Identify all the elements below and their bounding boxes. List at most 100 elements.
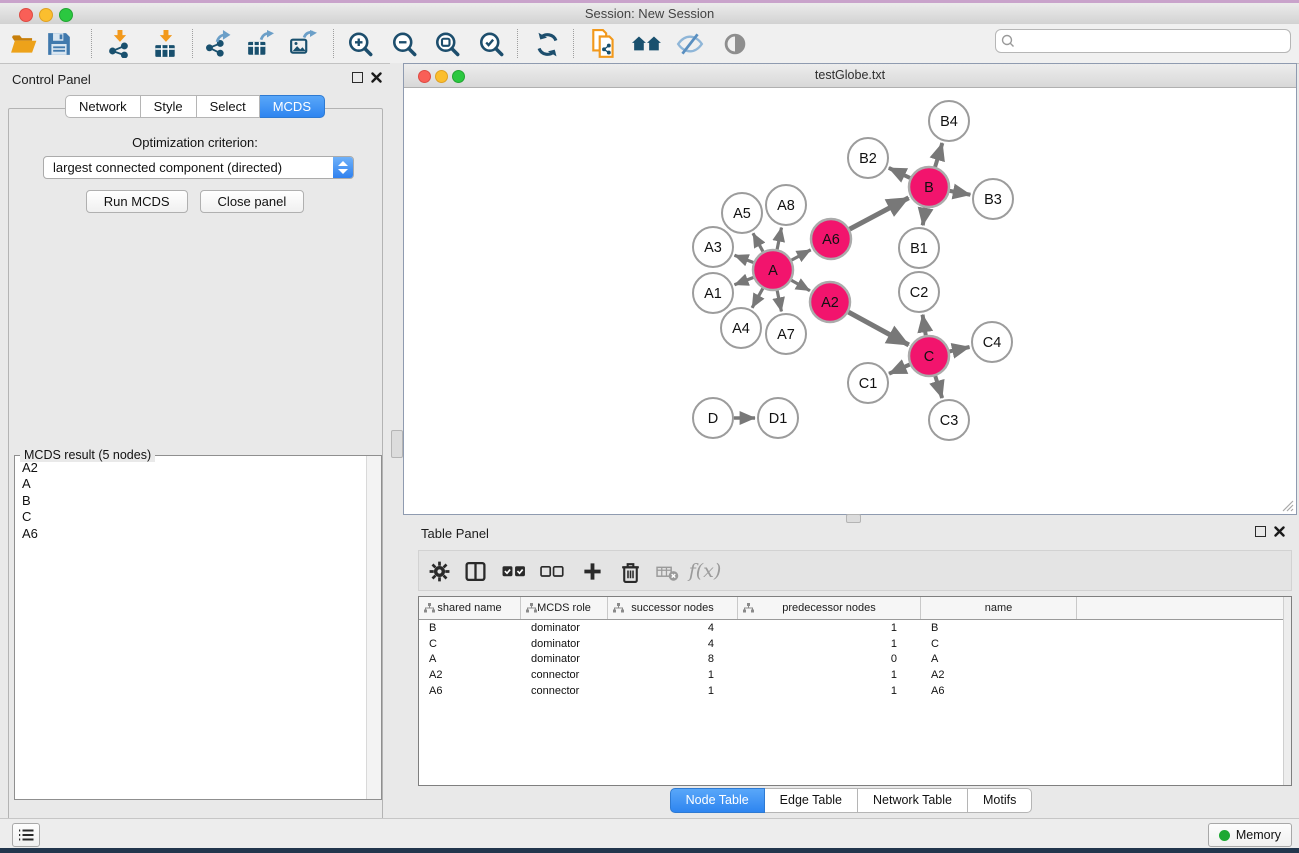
graph-node-A1[interactable]: A1 <box>693 273 733 313</box>
graph-edge-B-B1[interactable] <box>923 208 926 226</box>
function-builder-button[interactable]: f(x) <box>691 557 719 585</box>
graph-node-A8[interactable]: A8 <box>766 185 806 225</box>
tab-select[interactable]: Select <box>197 95 260 118</box>
graph-edge-B-B2[interactable] <box>889 168 910 178</box>
graph-edge-A2-C[interactable] <box>848 312 908 345</box>
result-list-item[interactable]: A2 <box>16 460 364 476</box>
table-scrollbar[interactable] <box>1283 597 1291 785</box>
close-panel-icon[interactable] <box>371 72 382 83</box>
divider-handle[interactable] <box>391 430 403 458</box>
graph-edge-C-C4[interactable] <box>949 347 969 351</box>
hide-panel-button[interactable] <box>674 28 706 60</box>
close-panel-icon[interactable] <box>1274 526 1285 537</box>
tab-network-table[interactable]: Network Table <box>858 788 968 813</box>
table-settings-button[interactable] <box>425 557 453 585</box>
tab-mcds[interactable]: MCDS <box>260 95 325 118</box>
import-network-button[interactable] <box>103 28 135 60</box>
close-panel-button[interactable]: Close panel <box>200 190 305 213</box>
graph-node-B[interactable]: B <box>909 167 949 207</box>
result-list-item[interactable]: B <box>16 493 364 509</box>
delete-table-button[interactable] <box>653 557 681 585</box>
graph-edge-A-A3[interactable] <box>734 255 753 262</box>
float-panel-icon[interactable] <box>1255 526 1266 537</box>
graph-node-B1[interactable]: B1 <box>899 228 939 268</box>
zoom-in-button[interactable] <box>344 28 376 60</box>
graph-edge-A-A2[interactable] <box>791 280 810 290</box>
network-window-titlebar[interactable]: testGlobe.txt <box>404 64 1296 88</box>
graph-edge-B-B3[interactable] <box>950 191 971 195</box>
graph-node-C[interactable]: C <box>909 336 949 376</box>
column-header-predecessor-nodes[interactable]: predecessor nodes <box>738 597 921 619</box>
column-header-shared-name[interactable]: shared name <box>419 597 521 619</box>
graph-node-A4[interactable]: A4 <box>721 308 761 348</box>
run-mcds-button[interactable]: Run MCDS <box>86 190 188 213</box>
zoom-fit-button[interactable] <box>431 28 463 60</box>
search-field[interactable] <box>995 29 1291 53</box>
refresh-button[interactable] <box>531 28 563 60</box>
graph-edge-C-C3[interactable] <box>935 376 942 398</box>
network-graph-canvas[interactable]: B4B2BB3A8A5A6A3B1AA1C2A2A4A7C4CC1DD1C3 <box>405 88 1297 519</box>
graph-node-A7[interactable]: A7 <box>766 314 806 354</box>
graph-node-A3[interactable]: A3 <box>693 227 733 267</box>
column-header-MCDS-role[interactable]: MCDS role <box>521 597 608 619</box>
export-image-button[interactable] <box>287 28 319 60</box>
graph-edge-A-A6[interactable] <box>792 250 811 260</box>
vertical-split-divider[interactable] <box>390 63 403 818</box>
mcds-result-list[interactable]: A2ABCA6 <box>16 460 364 798</box>
tab-edge-table[interactable]: Edge Table <box>765 788 858 813</box>
graph-node-A2[interactable]: A2 <box>810 282 850 322</box>
export-table-button[interactable] <box>244 28 276 60</box>
result-list-item[interactable]: A6 <box>16 526 364 542</box>
table-row[interactable]: A6connector11A6 <box>419 683 1291 699</box>
column-header-successor-nodes[interactable]: successor nodes <box>608 597 738 619</box>
graph-edge-C-C2[interactable] <box>923 315 926 336</box>
show-panel-button[interactable] <box>719 28 751 60</box>
dropdown-stepper[interactable] <box>333 157 353 178</box>
select-all-button[interactable] <box>500 557 528 585</box>
graph-edge-C-C1[interactable] <box>889 364 910 373</box>
graph-node-B3[interactable]: B3 <box>973 179 1013 219</box>
task-history-button[interactable] <box>12 823 40 847</box>
search-input[interactable] <box>1018 31 1286 51</box>
tab-style[interactable]: Style <box>141 95 197 118</box>
table-row[interactable]: A2connector11A2 <box>419 667 1291 683</box>
duplicate-network-button[interactable] <box>588 28 620 60</box>
optimization-criterion-dropdown[interactable]: largest connected component (directed) <box>43 156 354 179</box>
graph-node-A[interactable]: A <box>753 250 793 290</box>
graph-node-D1[interactable]: D1 <box>758 398 798 438</box>
table-row[interactable]: Adominator80A <box>419 652 1291 668</box>
zoom-out-button[interactable] <box>388 28 420 60</box>
graph-edge-A-A1[interactable] <box>734 278 753 285</box>
graph-edge-A6-B[interactable] <box>850 198 909 229</box>
resize-grip-icon[interactable] <box>1281 499 1294 512</box>
delete-column-button[interactable] <box>616 557 644 585</box>
graph-edge-A-A7[interactable] <box>777 291 781 312</box>
home-view-button[interactable] <box>631 28 663 60</box>
result-list-scrollbar[interactable] <box>366 456 381 799</box>
graph-node-C2[interactable]: C2 <box>899 272 939 312</box>
graph-node-B2[interactable]: B2 <box>848 138 888 178</box>
float-panel-icon[interactable] <box>352 72 363 83</box>
graph-node-C1[interactable]: C1 <box>848 363 888 403</box>
tab-network[interactable]: Network <box>65 95 141 118</box>
result-list-item[interactable]: C <box>16 509 364 525</box>
export-network-button[interactable] <box>201 28 233 60</box>
graph-node-C4[interactable]: C4 <box>972 322 1012 362</box>
tab-motifs[interactable]: Motifs <box>968 788 1032 813</box>
add-column-button[interactable] <box>578 557 606 585</box>
graph-node-C3[interactable]: C3 <box>929 400 969 440</box>
memory-button[interactable]: Memory <box>1208 823 1292 847</box>
node-table[interactable]: shared nameMCDS rolesuccessor nodesprede… <box>418 596 1292 786</box>
deselect-all-button[interactable] <box>538 557 566 585</box>
graph-edge-A-A5[interactable] <box>753 233 763 251</box>
table-row[interactable]: Bdominator41B <box>419 620 1291 636</box>
column-header-name[interactable]: name <box>921 597 1077 619</box>
graph-edge-A-A4[interactable] <box>752 288 763 307</box>
save-session-button[interactable] <box>43 28 75 60</box>
import-table-button[interactable] <box>149 28 181 60</box>
graph-node-B4[interactable]: B4 <box>929 101 969 141</box>
graph-edge-B-B4[interactable] <box>935 143 942 167</box>
zoom-selected-button[interactable] <box>475 28 507 60</box>
graph-node-A5[interactable]: A5 <box>722 193 762 233</box>
table-row[interactable]: Cdominator41C <box>419 636 1291 652</box>
